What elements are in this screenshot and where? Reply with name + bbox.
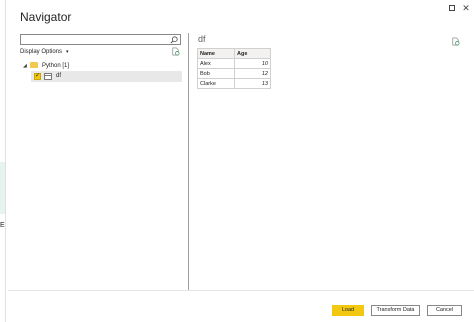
table-icon bbox=[44, 73, 52, 80]
pane-splitter[interactable] bbox=[188, 33, 189, 290]
display-options-label: Display Options bbox=[20, 49, 63, 55]
tree-item-df[interactable]: ✓ df bbox=[31, 71, 182, 82]
expand-arrow-icon[interactable]: ◢ bbox=[23, 63, 30, 69]
cell-name: Clarke bbox=[197, 78, 235, 89]
dialog-title: Navigator bbox=[20, 10, 72, 24]
background-app-strip bbox=[0, 162, 5, 214]
close-icon: ✕ bbox=[462, 3, 470, 13]
table-row: Clarke 13 bbox=[197, 78, 271, 89]
search-input[interactable] bbox=[23, 35, 168, 44]
search-icon[interactable] bbox=[170, 36, 178, 44]
tree-item-label: df bbox=[56, 73, 62, 79]
folder-icon bbox=[30, 62, 38, 68]
cell-age: 10 bbox=[234, 58, 271, 69]
close-button[interactable]: ✕ bbox=[460, 2, 472, 14]
chevron-down-icon: ▾ bbox=[66, 49, 69, 55]
footer-divider bbox=[8, 290, 474, 291]
refresh-icon[interactable] bbox=[171, 47, 180, 56]
window-left-edge: E bbox=[0, 0, 6, 322]
search-field[interactable] bbox=[20, 34, 181, 45]
display-options-dropdown[interactable]: Display Options ▾ bbox=[20, 49, 69, 55]
preview-title: df bbox=[198, 34, 206, 44]
column-header-name[interactable]: Name bbox=[197, 48, 235, 59]
cell-age: 12 bbox=[234, 68, 271, 79]
df-checkbox[interactable]: ✓ bbox=[34, 73, 41, 80]
load-button[interactable]: Load bbox=[332, 305, 364, 316]
background-app-letter: E bbox=[0, 222, 5, 229]
cell-name: Bob bbox=[197, 68, 235, 79]
table-row: Alex 10 bbox=[197, 58, 271, 69]
cell-name: Alex bbox=[197, 58, 235, 69]
table-header-row: Name Age bbox=[197, 48, 271, 59]
tree-node-python[interactable]: ◢ Python [1] bbox=[23, 62, 69, 71]
cell-age: 13 bbox=[234, 78, 271, 89]
preview-refresh-icon[interactable] bbox=[451, 37, 460, 46]
tree-node-label: Python [1] bbox=[42, 63, 70, 69]
table-row: Bob 12 bbox=[197, 68, 271, 79]
preview-table: Name Age Alex 10 Bob 12 Clarke 13 bbox=[197, 48, 271, 89]
cancel-button[interactable]: Cancel bbox=[427, 305, 462, 316]
transform-data-button[interactable]: Transform Data bbox=[371, 305, 420, 316]
column-header-age[interactable]: Age bbox=[234, 48, 271, 59]
maximize-icon bbox=[449, 5, 455, 11]
maximize-button[interactable] bbox=[446, 2, 458, 14]
